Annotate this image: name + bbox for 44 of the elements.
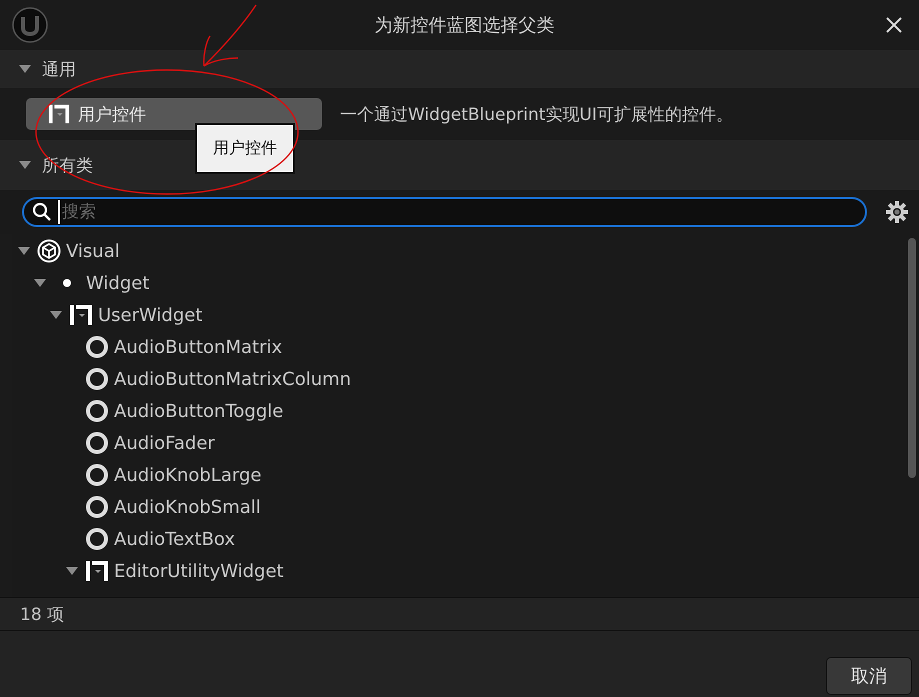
tree-item[interactable]: AudioKnobLarge [114,464,262,486]
scrollbar-thumb[interactable] [908,238,916,478]
tree-item[interactable]: AudioFader [114,432,215,454]
user-widget-button[interactable]: 用户控件 [26,98,322,130]
tree-item[interactable]: AudioKnobSmall [114,496,261,518]
engine-logo-icon [12,7,48,43]
search-box[interactable]: 搜索 [22,197,867,227]
close-icon [885,16,903,34]
tree-item[interactable]: Visual [66,240,120,262]
widget-icon [48,103,70,125]
dot-icon [62,278,72,288]
tree-item[interactable]: AudioButtonMatrix [114,336,282,358]
ring-icon [85,367,109,391]
ring-icon [85,463,109,487]
section-header[interactable]: 通用 [0,50,919,88]
ring-icon [85,431,109,455]
widget-icon [69,303,93,327]
cube-icon [37,239,61,263]
tree-item[interactable]: AudioTextBox [114,528,236,550]
ring-icon [85,335,109,359]
expand-arrow-icon[interactable] [49,310,63,320]
tooltip: 用户控件 [195,123,295,174]
description-text: 一个通过WidgetBlueprint实现UI可扩展性的控件。 [340,104,733,126]
tree-item[interactable]: AudioButtonMatrixColumn [114,368,352,390]
expand-arrow-icon[interactable] [65,566,79,576]
section-title: 通用 [42,58,76,80]
expand-arrow-icon[interactable] [33,278,47,288]
ring-icon [85,527,109,551]
ring-icon [85,495,109,519]
tree-item[interactable]: EditorUtilityWidget [114,560,284,582]
expand-arrow-icon[interactable] [17,246,31,256]
widget-icon [85,559,109,583]
tree-item[interactable]: Widget [86,272,150,294]
expand-arrow-icon[interactable] [18,160,32,170]
ring-icon [85,399,109,423]
item-count: 18 项 [20,604,64,626]
tree-item[interactable]: AudioButtonToggle [114,400,284,422]
search-icon [32,202,52,222]
annotation-arrow [202,4,258,68]
tree-item[interactable]: UserWidget [98,304,202,326]
expand-arrow-icon[interactable] [18,64,32,74]
cancel-button[interactable]: 取消 [826,657,912,695]
window-title: 为新控件蓝图选择父类 [374,14,556,37]
settings-icon[interactable] [885,200,909,224]
